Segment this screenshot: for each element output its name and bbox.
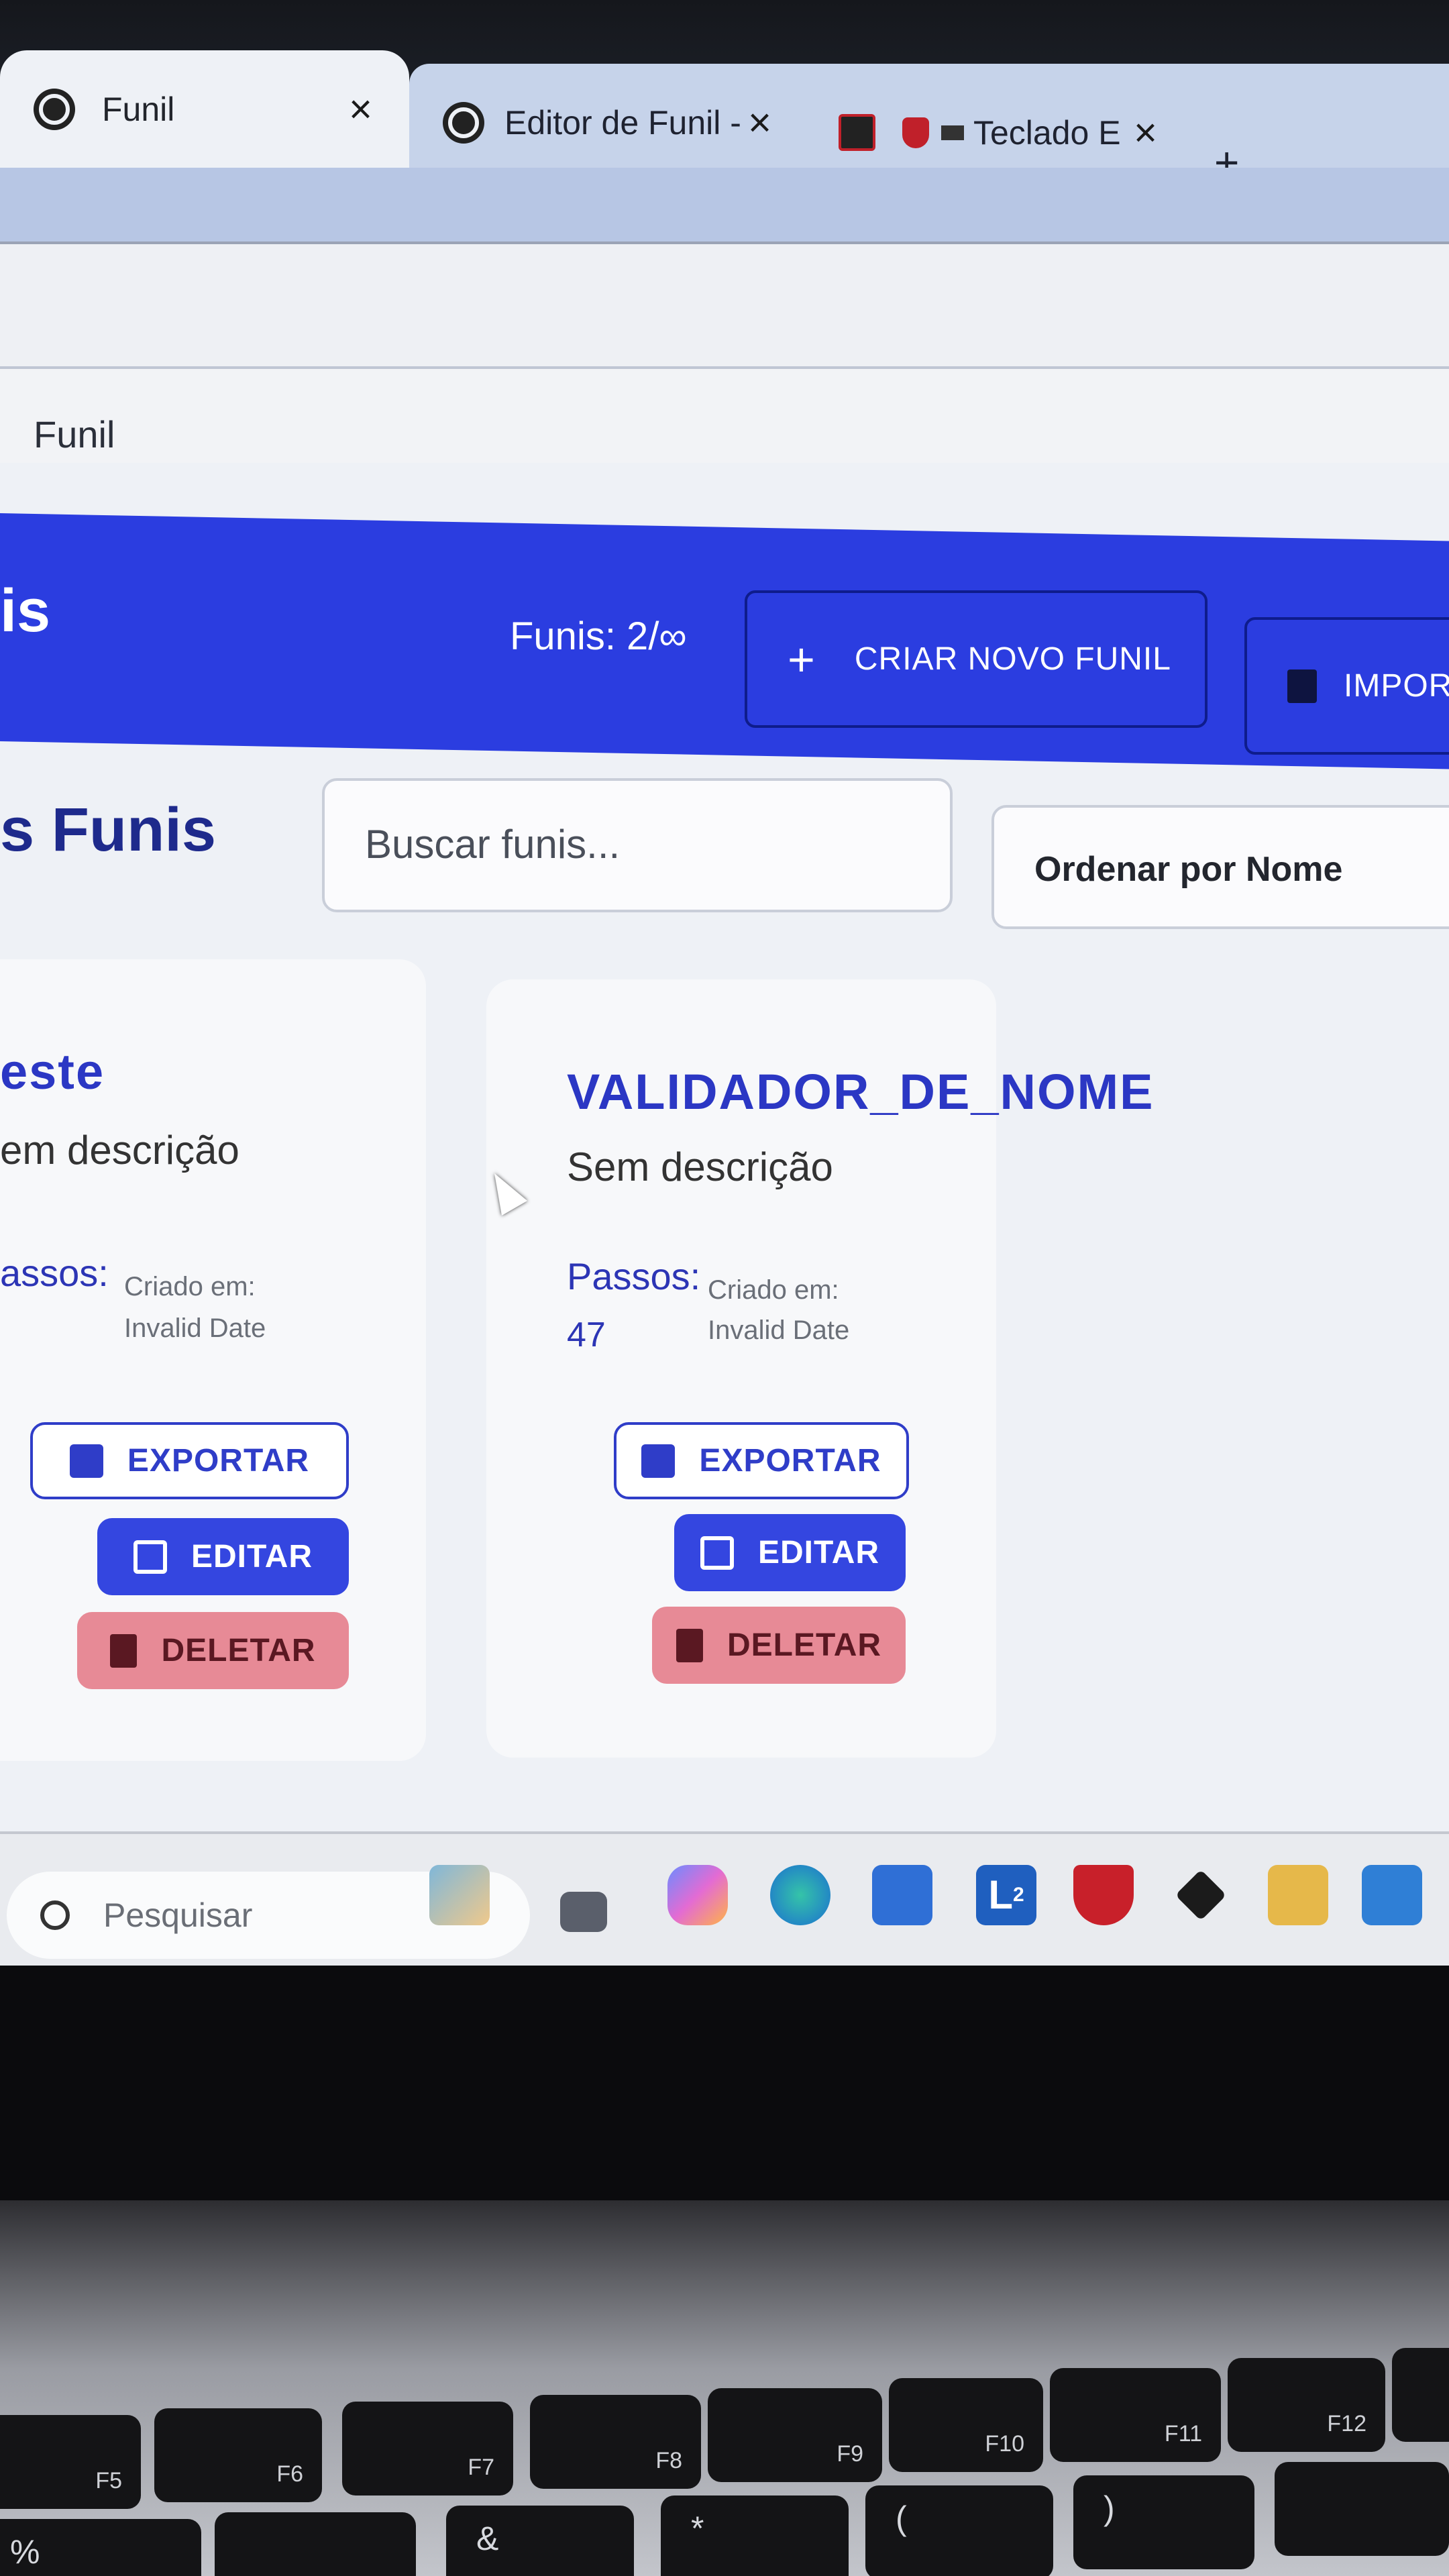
tab-editor-de-funil[interactable]: Editor de Funil - ×	[443, 64, 805, 181]
import-label: IMPOR	[1344, 668, 1449, 704]
key-minus	[1275, 2462, 1449, 2556]
export-label: EXPORTAR	[699, 1443, 881, 1479]
edit-label: EDITAR	[191, 1539, 313, 1574]
funnel-card: este em descrição assos: Criado em: Inva…	[0, 959, 426, 1761]
key-f7: F7	[342, 2402, 513, 2496]
copilot-icon[interactable]	[667, 1865, 728, 1925]
trash-icon	[676, 1628, 703, 1662]
export-button[interactable]: EXPORTAR	[614, 1422, 909, 1499]
trash-icon	[110, 1633, 138, 1668]
tab-label: Editor de Funil -	[504, 103, 741, 142]
plus-icon: +	[788, 633, 816, 686]
key-f12: F12	[1228, 2358, 1385, 2452]
breadcrumb: Funil	[34, 413, 115, 455]
create-funnel-label: CRIAR NOVO FUNIL	[854, 641, 1171, 677]
close-icon[interactable]: ×	[1134, 109, 1157, 156]
key-asterisk: *	[661, 2496, 849, 2576]
search-icon	[40, 1900, 70, 1930]
key-percent: %	[0, 2519, 201, 2576]
edit-label: EDITAR	[757, 1535, 880, 1570]
file-explorer-icon[interactable]	[560, 1892, 607, 1932]
delete-button[interactable]: DELETAR	[652, 1607, 906, 1684]
address-bar[interactable]	[0, 241, 1449, 369]
key-f10: F10	[889, 2378, 1043, 2472]
delete-button[interactable]: DELETAR	[77, 1612, 349, 1689]
favicon-icon	[839, 114, 875, 151]
folder-icon[interactable]	[1268, 1865, 1328, 1925]
card-created-label: Criado em:	[124, 1272, 256, 1301]
edge-icon[interactable]	[770, 1865, 830, 1925]
card-created-label: Criado em:	[708, 1275, 839, 1305]
notification-badge: 2	[1012, 1884, 1024, 1906]
taskbar-search-label: Pesquisar	[103, 1896, 253, 1934]
card-steps-count: 47	[567, 1316, 606, 1354]
sort-select[interactable]: Ordenar por Nome	[991, 805, 1449, 929]
card-title: este	[0, 1044, 105, 1099]
import-icon	[1287, 669, 1317, 703]
export-label: EXPORTAR	[127, 1443, 310, 1479]
card-description: em descrição	[0, 1128, 239, 1173]
edit-icon	[133, 1540, 167, 1574]
card-created-value: Invalid Date	[708, 1316, 850, 1345]
section-title: s Funis	[0, 796, 217, 864]
shield-icon	[902, 117, 929, 148]
export-icon	[69, 1444, 103, 1478]
card-steps-label: assos:	[0, 1252, 109, 1294]
delete-label: DELETAR	[727, 1627, 882, 1663]
search-input[interactable]: Buscar funis...	[322, 778, 953, 912]
key-5	[215, 2512, 416, 2576]
funnel-counter: Funis: 2/∞	[510, 614, 687, 658]
store-icon[interactable]	[872, 1865, 932, 1925]
edit-button[interactable]: EDITAR	[97, 1518, 349, 1595]
key-f9: F9	[708, 2388, 882, 2482]
delete-label: DELETAR	[161, 1633, 316, 1668]
key-ampersand: &	[446, 2506, 634, 2576]
key-f13	[1392, 2348, 1449, 2442]
tab-funil[interactable]: Funil ×	[0, 50, 409, 168]
keyboard-icon	[941, 125, 964, 140]
app-header	[0, 513, 1449, 769]
laptop-bezel	[0, 1966, 1449, 2200]
key-close-paren: )	[1073, 2475, 1254, 2569]
app-x-icon[interactable]	[1362, 1865, 1422, 1925]
export-icon	[641, 1444, 676, 1478]
globe-icon	[34, 88, 75, 130]
card-title: VALIDADOR_DE_NOME	[567, 1064, 1155, 1120]
laptop-screen: Funil × Editor de Funil - × Teclado E × …	[0, 0, 1449, 1966]
card-created-value: Invalid Date	[124, 1313, 266, 1343]
key-open-paren: (	[865, 2485, 1053, 2576]
funnel-card: VALIDADOR_DE_NOME Sem descrição Passos: …	[486, 979, 1153, 1758]
key-f8: F8	[530, 2395, 701, 2489]
edit-button[interactable]: EDITAR	[674, 1514, 906, 1591]
key-f11: F11	[1050, 2368, 1221, 2462]
lenovo-icon[interactable]: L2	[976, 1865, 1036, 1925]
page-title: is	[0, 578, 51, 645]
create-funnel-button[interactable]: + CRIAR NOVO FUNIL	[745, 590, 1208, 728]
import-button[interactable]: IMPOR	[1244, 617, 1449, 755]
close-icon[interactable]: ×	[349, 86, 372, 132]
card-description: Sem descrição	[567, 1144, 833, 1189]
globe-icon	[443, 101, 484, 144]
export-button[interactable]: EXPORTAR	[30, 1422, 349, 1499]
key-f5: F5	[0, 2415, 141, 2509]
mcafee-icon[interactable]	[1073, 1865, 1134, 1925]
card-steps-label: Passos:	[567, 1255, 701, 1297]
close-icon[interactable]: ×	[748, 99, 771, 146]
edit-icon	[700, 1536, 734, 1570]
landscape-widget-icon[interactable]	[429, 1865, 490, 1925]
key-f6: F6	[154, 2408, 322, 2502]
tab-label: Teclado E	[973, 113, 1121, 152]
tab-label: Funil	[102, 90, 175, 128]
